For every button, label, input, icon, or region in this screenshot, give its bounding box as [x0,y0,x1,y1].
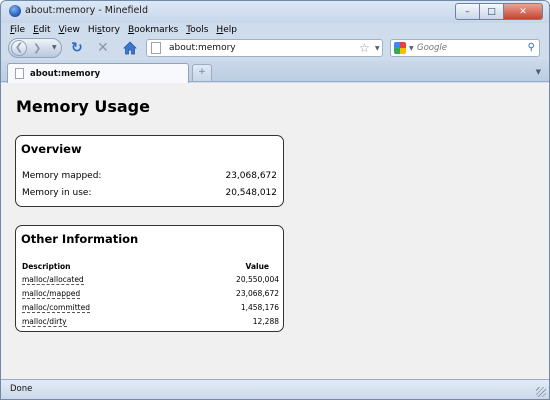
forward-button[interactable]: ❯ [33,43,41,54]
menu-tools[interactable]: Tools [186,23,208,37]
table-row: malloc/committed 1,458,176 [22,303,279,313]
page-icon [151,42,161,54]
tab-page-icon [15,68,24,79]
overview-row: Memory in use: 20,548,012 [22,188,277,198]
search-bar[interactable]: ▼ ⚲ [390,39,540,57]
google-icon[interactable] [394,42,406,54]
page-title: Memory Usage [16,97,150,116]
overview-value: 20,548,012 [225,188,277,198]
all-tabs-dropdown-icon[interactable]: ▼ [536,68,541,76]
tab-about-memory[interactable]: about:memory [7,63,189,83]
bookmark-star-icon[interactable]: ☆ [359,41,370,55]
browser-window: about:memory - Minefield – □ ✕ File Edit… [0,0,550,400]
table-row: malloc/allocated 20,550,004 [22,275,279,285]
url-text[interactable]: about:memory [169,43,236,53]
row-description[interactable]: malloc/committed [22,303,90,313]
other-information-heading: Other Information [21,232,139,246]
stop-icon[interactable]: ✕ [97,40,109,56]
url-dropdown-icon[interactable]: ▼ [375,45,380,52]
row-value: 20,550,004 [236,275,279,284]
row-value: 23,068,672 [236,289,279,298]
url-bar[interactable]: about:memory ☆ ▼ [146,39,383,57]
overview-row: Memory mapped: 23,068,672 [22,171,277,181]
status-text: Done [10,384,33,394]
search-input[interactable] [417,41,522,55]
row-value: 1,458,176 [240,303,279,312]
navigation-toolbar: ❮ ❯ ▼ ↻ ✕ about:memory ☆ ▼ ▼ ⚲ [1,37,549,59]
overview-panel: Overview Memory mapped: 23,068,672 Memor… [15,135,284,207]
table-row: malloc/dirty 12,288 [22,317,279,327]
history-dropdown-icon[interactable]: ▼ [52,44,57,51]
row-value: 12,288 [252,317,279,326]
back-button[interactable]: ❮ [11,40,27,56]
overview-value: 23,068,672 [225,171,277,181]
menu-bar: File Edit View History Bookmarks Tools H… [1,23,549,37]
close-button[interactable]: ✕ [503,3,543,20]
menu-help[interactable]: Help [216,23,237,37]
menu-history[interactable]: History [88,23,120,37]
column-description: Description [22,262,71,271]
overview-heading: Overview [21,142,82,156]
tab-label: about:memory [30,69,101,79]
firefox-icon [9,5,21,17]
new-tab-button[interactable]: + [192,64,212,81]
resize-grip-icon[interactable] [536,387,546,397]
search-engine-dropdown-icon[interactable]: ▼ [409,45,414,52]
maximize-button[interactable]: □ [479,3,503,20]
menu-edit[interactable]: Edit [33,23,50,37]
column-value: Value [245,262,269,271]
menu-bookmarks[interactable]: Bookmarks [128,23,178,37]
reload-icon[interactable]: ↻ [71,40,83,56]
minimize-button[interactable]: – [455,3,479,20]
table-row: malloc/mapped 23,068,672 [22,289,279,299]
overview-label: Memory in use: [22,188,92,198]
table-header: Description Value [22,262,269,271]
menu-view[interactable]: View [59,23,80,37]
status-bar: Done [1,379,549,399]
home-icon[interactable] [123,41,137,55]
title-bar: about:memory - Minefield – □ ✕ [1,1,549,23]
row-description[interactable]: malloc/allocated [22,275,84,285]
search-icon[interactable]: ⚲ [528,42,535,53]
row-description[interactable]: malloc/mapped [22,289,81,299]
other-information-panel: Other Information Description Value mall… [15,225,284,332]
tab-strip: about:memory + ▼ [1,60,549,83]
back-forward-group: ❮ ❯ ▼ [8,38,62,58]
overview-label: Memory mapped: [22,171,102,181]
row-description[interactable]: malloc/dirty [22,317,67,327]
menu-file[interactable]: File [10,23,25,37]
window-controls: – □ ✕ [455,3,543,20]
window-title: about:memory - Minefield [25,5,148,16]
page-content: Memory Usage Overview Memory mapped: 23,… [1,83,549,379]
